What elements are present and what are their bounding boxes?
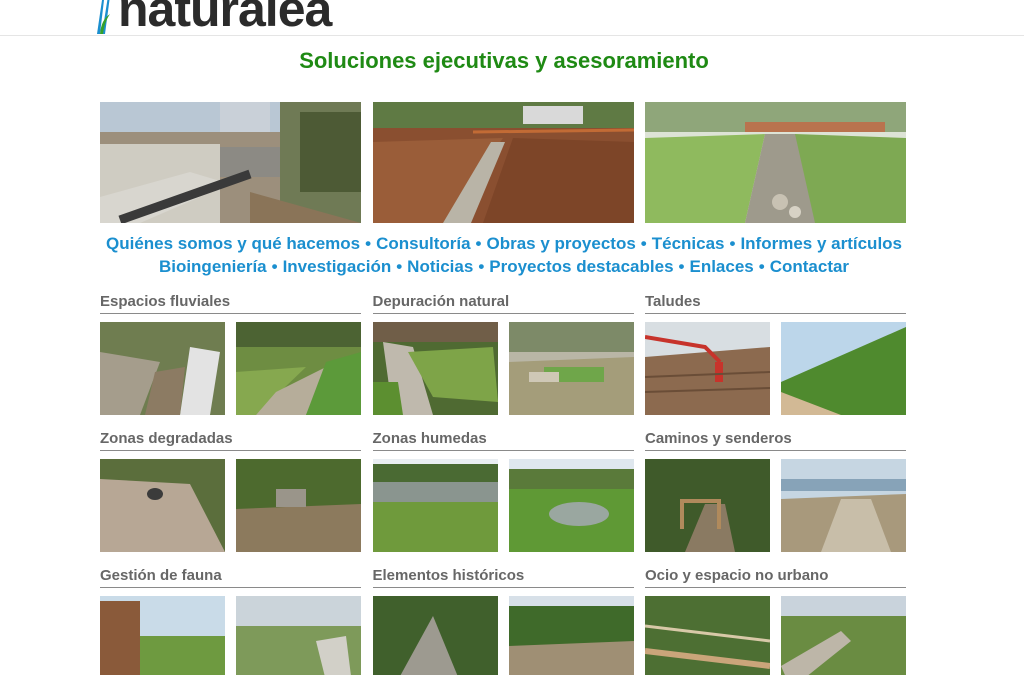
nav-link-informes-articulos[interactable]: Informes y artículos [740, 234, 902, 253]
category-title[interactable]: Taludes [645, 292, 906, 314]
category-row: Espacios fluviales Depuración natural Ta… [100, 292, 906, 429]
nav-separator: • [729, 234, 736, 253]
nav-link-bioingenieria[interactable]: Bioingeniería [159, 257, 267, 276]
category-photo[interactable] [645, 596, 770, 675]
nav-link-noticias[interactable]: Noticias [407, 257, 473, 276]
nav-link-proyectos-destacables[interactable]: Proyectos destacables [489, 257, 673, 276]
category-zonas-degradadas: Zonas degradadas [100, 429, 361, 566]
main-navigation: Quiénes somos y qué hacemos • Consultoría •… [0, 233, 1008, 278]
category-photo[interactable] [100, 322, 225, 415]
category-espacios-fluviales: Espacios fluviales [100, 292, 361, 429]
category-depuracion-natural: Depuración natural [372, 292, 634, 429]
nav-link-tecnicas[interactable]: Técnicas [652, 234, 725, 253]
hero-photo-restored-river[interactable] [645, 102, 906, 223]
naturalea-logo[interactable]: naturalea [94, 0, 332, 37]
category-photo[interactable] [508, 322, 634, 415]
category-photo[interactable] [372, 459, 498, 552]
category-title[interactable]: Depuración natural [372, 292, 634, 314]
category-elementos-historicos: Elementos históricos [372, 566, 634, 675]
category-photo[interactable] [781, 596, 906, 675]
category-gestion-fauna: Gestión de fauna [100, 566, 361, 675]
category-title[interactable]: Ocio y espacio no urbano [645, 566, 906, 588]
category-zonas-humedas: Zonas humedas [372, 429, 634, 566]
category-photo[interactable] [236, 322, 361, 415]
category-photo[interactable] [236, 459, 361, 552]
hero-photo-river-construction[interactable] [100, 102, 361, 223]
nav-link-investigacion[interactable]: Investigación [283, 257, 392, 276]
category-photo[interactable] [236, 596, 361, 675]
nav-line-1: Quiénes somos y qué hacemos • Consultoría •… [0, 233, 1008, 256]
category-photo[interactable] [508, 459, 634, 552]
category-photo[interactable] [100, 596, 225, 675]
category-photo[interactable] [372, 596, 498, 675]
category-title[interactable]: Zonas humedas [372, 429, 634, 451]
category-grid: Espacios fluviales Depuración natural Ta… [100, 292, 906, 675]
nav-separator: • [678, 256, 685, 276]
nav-line-2: Bioingeniería • Investigación • Noticias • Pro… [0, 256, 1008, 279]
category-ocio-espacio-no-urbano: Ocio y espacio no urbano [645, 566, 906, 675]
category-title[interactable]: Caminos y senderos [645, 429, 906, 451]
category-photo[interactable] [645, 322, 770, 415]
site-header: naturalea [0, 0, 1024, 36]
nav-link-contactar[interactable]: Contactar [770, 257, 849, 276]
nav-separator: • [758, 256, 765, 276]
category-taludes: Taludes [645, 292, 906, 429]
hero-photo-excavated-channel[interactable] [372, 102, 634, 223]
category-row: Gestión de fauna Elementos históricos Oc… [100, 566, 906, 675]
nav-separator: • [396, 256, 403, 276]
nav-link-obras-proyectos[interactable]: Obras y proyectos [487, 234, 636, 253]
nav-separator: • [271, 256, 278, 276]
nav-link-consultoria[interactable]: Consultoría [376, 234, 470, 253]
page-tagline: Soluciones ejecutivas y asesoramiento [299, 48, 709, 73]
logo-text: naturalea [118, 0, 332, 37]
hero-gallery [100, 102, 906, 223]
category-title[interactable]: Zonas degradadas [100, 429, 361, 451]
category-photo[interactable] [100, 459, 225, 552]
nav-separator: • [365, 234, 372, 253]
nav-separator: • [478, 256, 485, 276]
category-title[interactable]: Elementos históricos [372, 566, 634, 588]
nav-separator: • [475, 234, 482, 253]
category-title[interactable]: Espacios fluviales [100, 292, 361, 314]
reed-logo-icon [94, 0, 114, 34]
category-title[interactable]: Gestión de fauna [100, 566, 361, 588]
nav-link-enlaces[interactable]: Enlaces [689, 257, 753, 276]
nav-link-quienes-somos[interactable]: Quiénes somos y qué hacemos [106, 234, 360, 253]
category-photo[interactable] [781, 459, 906, 552]
category-photo[interactable] [372, 322, 498, 415]
category-row: Zonas degradadas Zonas humedas Caminos y… [100, 429, 906, 566]
category-photo[interactable] [781, 322, 906, 415]
category-photo[interactable] [508, 596, 634, 675]
nav-separator: • [640, 234, 647, 253]
category-photo[interactable] [645, 459, 770, 552]
category-caminos-senderos: Caminos y senderos [645, 429, 906, 566]
